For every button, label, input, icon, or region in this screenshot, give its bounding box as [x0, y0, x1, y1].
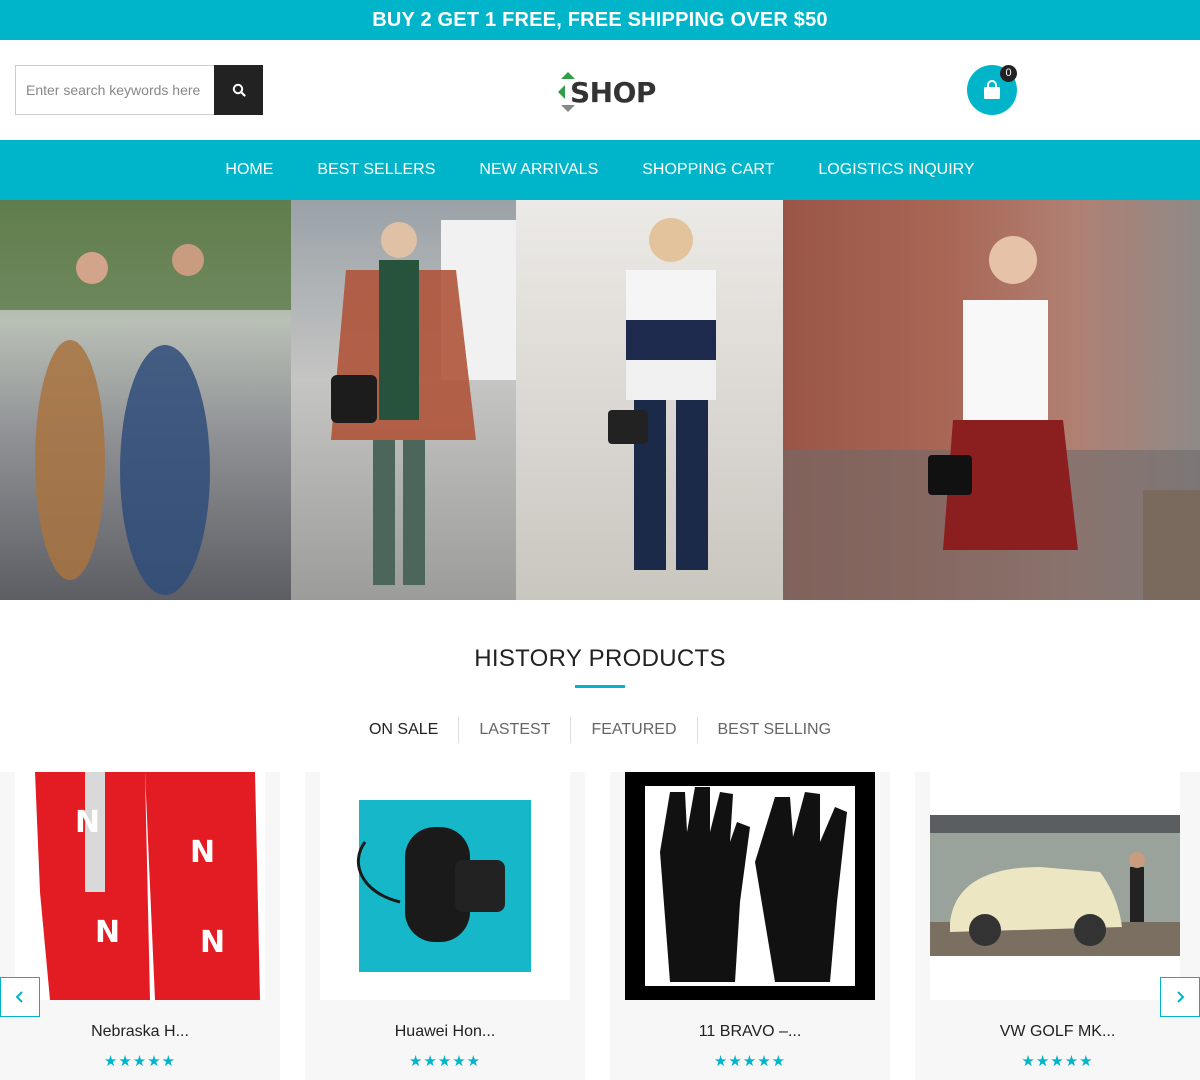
tab-featured[interactable]: FEATURED — [570, 717, 696, 743]
product-carousel: N N N N Nebraska H... ★★★★★ Huawei Hon..… — [0, 772, 1200, 1080]
product-name[interactable]: 11 BRAVO –... — [610, 1023, 890, 1041]
search-input[interactable] — [15, 65, 214, 115]
product-rating-stars: ★★★★★ — [1021, 1053, 1094, 1070]
product-card[interactable]: Huawei Hon... ★★★★★ — [305, 772, 585, 1080]
cart-count-badge: 0 — [1000, 65, 1017, 82]
tab-best-selling[interactable]: BEST SELLING — [696, 717, 852, 743]
product-name[interactable]: Nebraska H... — [0, 1023, 280, 1041]
svg-text:N: N — [200, 925, 225, 960]
svg-text:N: N — [190, 835, 215, 870]
product-card[interactable]: 11 BRAVO –... ★★★★★ — [610, 772, 890, 1080]
tab-on-sale[interactable]: ON SALE — [349, 717, 458, 743]
promo-banner: BUY 2 GET 1 FREE, FREE SHIPPING OVER $50 — [0, 0, 1200, 40]
product-image[interactable]: N N N N — [15, 772, 265, 1000]
hero-banner[interactable] — [0, 200, 1200, 600]
nav-best-sellers[interactable]: BEST SELLERS — [295, 140, 457, 200]
search-form — [15, 65, 263, 115]
section-title: HISTORY PRODUCTS — [474, 645, 726, 672]
svg-text:N: N — [75, 805, 100, 840]
carousel-prev-button[interactable] — [0, 977, 40, 1017]
chevron-right-icon — [1177, 991, 1185, 1003]
product-card[interactable]: VW GOLF MK... ★★★★★ — [915, 772, 1200, 1080]
product-card[interactable]: N N N N Nebraska H... ★★★★★ — [0, 772, 280, 1080]
product-image[interactable] — [320, 772, 570, 1000]
main-nav: HOME BEST SELLERS NEW ARRIVALS SHOPPING … — [0, 140, 1200, 200]
tab-lastest[interactable]: LASTEST — [458, 717, 570, 743]
nav-new-arrivals[interactable]: NEW ARRIVALS — [457, 140, 620, 200]
product-image[interactable] — [930, 772, 1180, 1000]
carousel-next-button[interactable] — [1160, 977, 1200, 1017]
banner-photo-3 — [516, 200, 783, 600]
banner-photo-1 — [0, 200, 291, 600]
logo-text[interactable]: SHOP — [570, 76, 656, 109]
chevron-left-icon — [15, 991, 23, 1003]
banner-photo-2 — [291, 200, 516, 600]
product-name[interactable]: VW GOLF MK... — [915, 1023, 1200, 1041]
product-name[interactable]: Huawei Hon... — [305, 1023, 585, 1041]
banner-photo-4 — [783, 200, 1200, 600]
svg-text:N: N — [95, 915, 120, 950]
product-rating-stars: ★★★★★ — [408, 1053, 482, 1070]
product-image[interactable] — [625, 772, 875, 1000]
nav-shopping-cart[interactable]: SHOPPING CART — [620, 140, 796, 200]
shopping-bag-icon — [984, 80, 1000, 99]
nav-logistics-inquiry[interactable]: LOGISTICS INQUIRY — [796, 140, 996, 200]
product-tabs: ON SALE LASTEST FEATURED BEST SELLING — [0, 717, 1200, 743]
title-underline — [575, 685, 625, 688]
search-icon — [232, 83, 246, 97]
product-rating-stars: ★★★★★ — [713, 1053, 787, 1070]
product-rating-stars: ★★★★★ — [103, 1053, 177, 1070]
search-button[interactable] — [214, 65, 263, 115]
nav-home[interactable]: HOME — [203, 140, 295, 200]
